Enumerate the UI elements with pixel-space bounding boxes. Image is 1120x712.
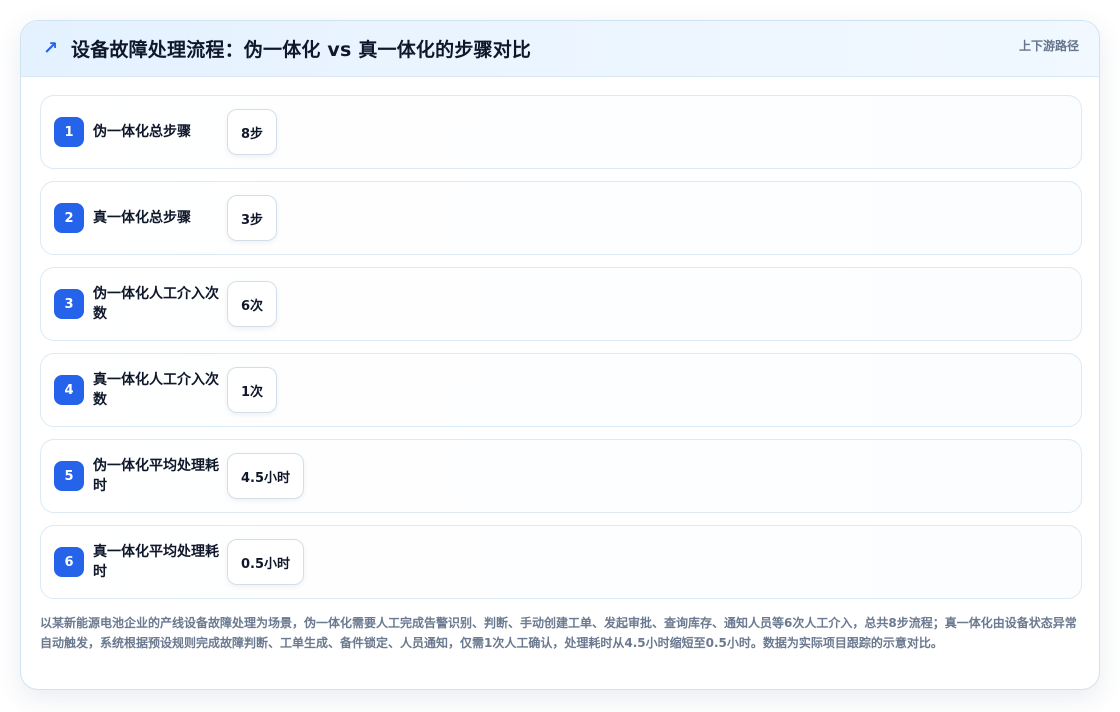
step-value: 0.5小时: [227, 539, 305, 585]
path-tag: 上下游路径: [1018, 39, 1079, 53]
step-row: 1 伪一体化总步骤 8步: [40, 95, 1082, 169]
step-row: 6 真一体化平均处理耗时 0.5小时: [40, 525, 1082, 599]
step-value: 8步: [227, 109, 278, 155]
step-number-badge: 2: [54, 203, 84, 233]
card-header: ↗ 设备故障处理流程：伪一体化 vs 真一体化的步骤对比 上下游路径: [21, 21, 1099, 77]
footnote: 以某新能源电池企业的产线设备故障处理为场景，伪一体化需要人工完成告警识别、判断、…: [40, 616, 1077, 650]
comparison-card: ↗ 设备故障处理流程：伪一体化 vs 真一体化的步骤对比 上下游路径 1 伪一体…: [20, 20, 1100, 690]
step-row: 2 真一体化总步骤 3步: [40, 181, 1082, 255]
step-value: 4.5小时: [227, 453, 305, 499]
page-title: 设备故障处理流程：伪一体化 vs 真一体化的步骤对比: [71, 39, 532, 61]
step-list: 1 伪一体化总步骤 8步 2 真一体化总步骤 3步 3 伪一体化人工介入次数 6…: [40, 95, 1082, 611]
step-label: 真一体化人工介入次数: [93, 372, 219, 408]
step-label: 真一体化平均处理耗时: [93, 544, 219, 580]
step-label: 真一体化总步骤: [93, 210, 191, 226]
step-number-badge: 5: [54, 461, 84, 491]
step-row: 3 伪一体化人工介入次数 6次: [40, 267, 1082, 341]
step-value: 1次: [227, 367, 278, 413]
step-label: 伪一体化人工介入次数: [93, 286, 219, 322]
trend-arrow-icon: ↗: [43, 38, 59, 59]
step-label: 伪一体化总步骤: [93, 124, 191, 140]
step-number-badge: 6: [54, 547, 84, 577]
step-number-badge: 3: [54, 289, 84, 319]
step-row: 5 伪一体化平均处理耗时 4.5小时: [40, 439, 1082, 513]
step-number-badge: 1: [54, 117, 84, 147]
step-label: 伪一体化平均处理耗时: [93, 458, 219, 494]
step-number-badge: 4: [54, 375, 84, 405]
step-value: 6次: [227, 281, 278, 327]
step-row: 4 真一体化人工介入次数 1次: [40, 353, 1082, 427]
step-value: 3步: [227, 195, 278, 241]
